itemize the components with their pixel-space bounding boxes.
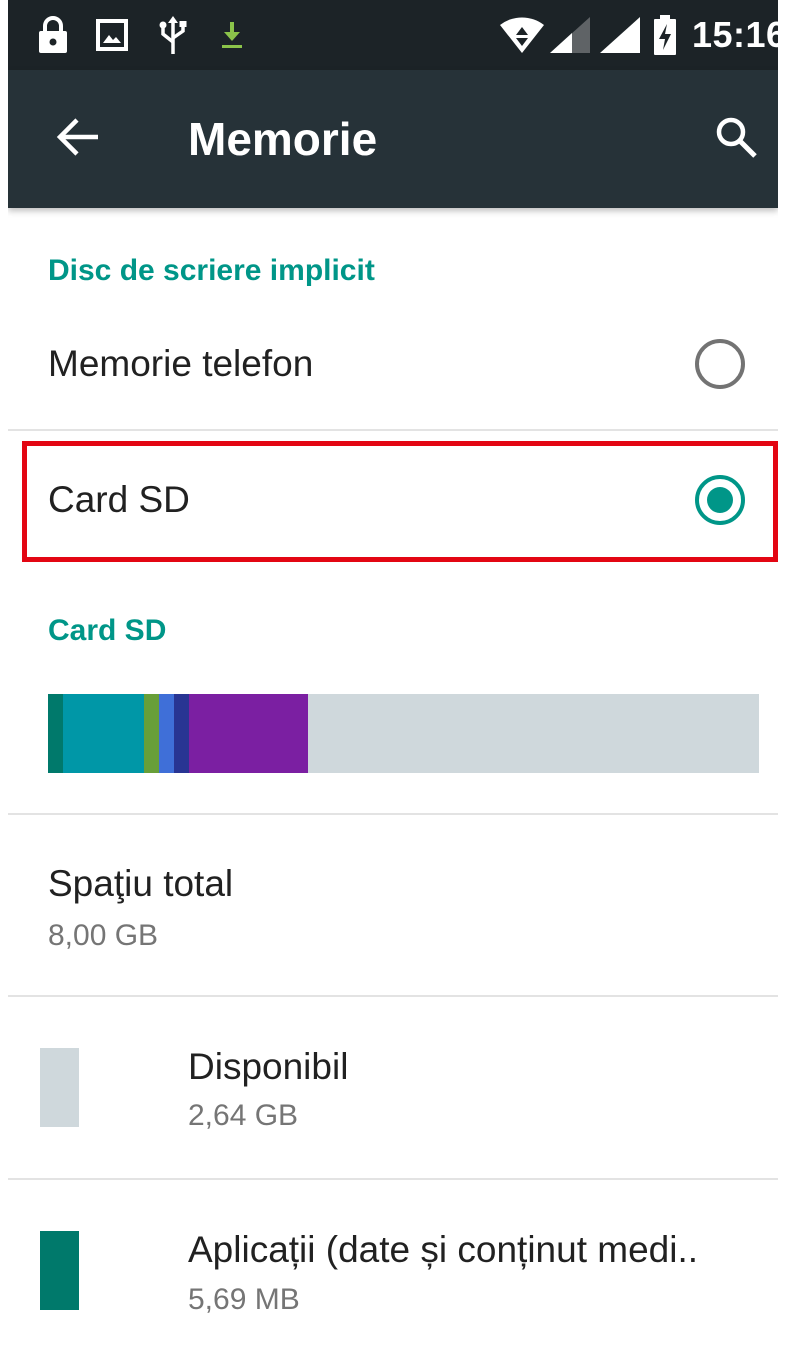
divider — [8, 429, 778, 431]
lock-icon — [36, 0, 70, 70]
highlight-box — [22, 441, 778, 562]
arrow-left-icon — [56, 117, 100, 162]
usage-segment — [63, 694, 144, 773]
usage-segment — [189, 694, 308, 773]
app-bar: Memorie — [8, 70, 778, 208]
usb-icon — [158, 0, 188, 70]
image-icon — [96, 0, 128, 70]
usage-segment — [174, 694, 189, 773]
color-swatch — [40, 1048, 79, 1127]
right-frame-edge — [778, 0, 786, 1352]
wifi-icon — [498, 0, 546, 70]
divider — [8, 1178, 778, 1180]
radio-phone-memory[interactable] — [695, 339, 745, 389]
section-header-default-disk: Disc de scriere implicit — [48, 254, 375, 287]
total-space-value: 8,00 GB — [48, 919, 159, 952]
storage-usage-bar — [48, 694, 759, 773]
divider — [8, 995, 778, 997]
item-value: 5,69 MB — [188, 1283, 300, 1316]
search-icon — [714, 115, 758, 164]
download-icon — [220, 0, 244, 70]
total-space-label: Spaţiu total — [48, 863, 234, 904]
divider — [8, 813, 778, 815]
usage-segment — [48, 694, 63, 773]
usage-segment — [159, 694, 174, 773]
signal-icon — [548, 0, 592, 70]
status-bar: 15:16 — [8, 0, 786, 70]
status-time: 15:16 — [692, 14, 786, 55]
page-title: Memorie — [188, 113, 378, 165]
item-label: Disponibil — [188, 1046, 349, 1087]
search-button[interactable] — [704, 107, 768, 171]
signal-icon — [598, 0, 642, 70]
section-header-sd-card: Card SD — [48, 614, 167, 647]
usage-segment — [144, 694, 159, 773]
color-swatch — [40, 1231, 79, 1310]
item-label: Aplicații (date și conținut medi.. — [188, 1229, 699, 1270]
back-button[interactable] — [48, 109, 108, 169]
battery-charging-icon — [653, 0, 677, 70]
left-frame-edge — [0, 0, 8, 1352]
option-label: Memorie telefon — [48, 343, 314, 384]
item-value: 2,64 GB — [188, 1099, 299, 1132]
